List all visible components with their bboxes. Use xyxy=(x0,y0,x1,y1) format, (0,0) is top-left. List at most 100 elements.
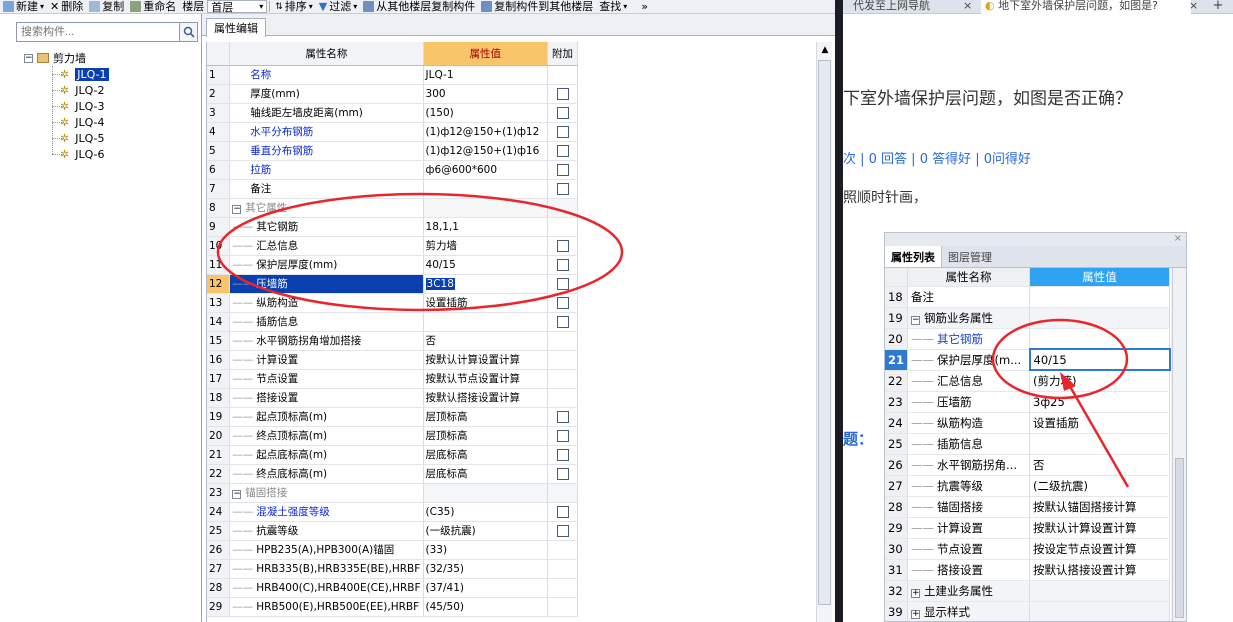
attach-checkbox[interactable] xyxy=(556,182,569,195)
property-value[interactable]: 40/15 xyxy=(423,255,549,275)
property-value[interactable]: (C35) xyxy=(423,502,549,522)
collapse-icon[interactable]: − xyxy=(24,53,33,63)
property-value[interactable] xyxy=(423,312,549,332)
property-value[interactable]: JLQ-1 xyxy=(423,65,549,85)
search-input[interactable] xyxy=(16,22,180,42)
table-row[interactable]: 8− 其它属性 xyxy=(207,198,578,218)
table-row[interactable]: 13 —— 纵筋构造 设置插筋 xyxy=(207,293,578,313)
tree-item[interactable]: ✲ JLQ-3 xyxy=(60,98,105,114)
property-value[interactable]: 剪力墙 xyxy=(423,236,549,256)
property-value[interactable]: (37/41) xyxy=(423,578,549,598)
property-value[interactable]: 层底标高 xyxy=(423,464,549,484)
new-tab-button[interactable]: + xyxy=(1209,0,1227,14)
property-value[interactable]: 设置插筋 xyxy=(423,293,549,313)
tree-item[interactable]: ✲ JLQ-1 xyxy=(60,66,109,82)
property-value[interactable]: 按默认搭接设置计算 xyxy=(423,388,549,408)
table-row[interactable]: 17 —— 节点设置 按默认节点设置计算 xyxy=(207,369,578,389)
attach-checkbox[interactable] xyxy=(556,106,569,119)
property-value[interactable]: 按默认节点设置计算 xyxy=(423,369,549,389)
table-row[interactable]: 23− 锚固搭接 xyxy=(207,483,578,503)
attach-checkbox[interactable] xyxy=(556,429,569,442)
copy-from-floor-button[interactable]: 从其他楼层复制构件 xyxy=(360,0,478,13)
table-row[interactable]: 1 名称 JLQ-1 xyxy=(207,65,578,85)
copy-to-floor-button[interactable]: 复制构件到其他楼层 xyxy=(478,0,596,13)
attach-checkbox[interactable] xyxy=(556,296,569,309)
table-row[interactable]: 28 —— HRB400(C),HRB400E(CE),HRBF (37/41) xyxy=(207,578,578,598)
table-row[interactable]: 24 —— 混凝土强度等级 (C35) xyxy=(207,502,578,522)
delete-button[interactable]: ✕ 删除 xyxy=(47,0,86,13)
property-value[interactable]: 层顶标高 xyxy=(423,407,549,427)
property-value[interactable] xyxy=(423,198,549,218)
table-row[interactable]: 3 轴线距左墙皮距离(mm) (150) xyxy=(207,103,578,123)
floor-select[interactable]: 首层 ▾ xyxy=(207,0,268,13)
property-value[interactable]: (33) xyxy=(423,540,549,560)
property-value[interactable]: 3C18 xyxy=(423,274,549,294)
filter-button[interactable]: ▼ 过滤 ▾ xyxy=(316,0,360,13)
property-value[interactable]: (32/35) xyxy=(423,559,549,579)
property-value[interactable]: (150) xyxy=(423,103,549,123)
property-value[interactable]: (1)ф12@150+(1)ф16 xyxy=(423,141,549,161)
search-button[interactable] xyxy=(180,22,198,42)
tree-item[interactable]: ✲ JLQ-6 xyxy=(60,146,105,162)
copy-button[interactable]: 复制 xyxy=(86,0,127,13)
table-row[interactable]: 6 拉筋 ф6@600*600 xyxy=(207,160,578,180)
collapse-icon[interactable]: − xyxy=(232,205,242,214)
close-icon[interactable]: × xyxy=(1189,0,1201,14)
table-row[interactable]: 16 —— 计算设置 按默认计算设置计算 xyxy=(207,350,578,370)
table-row[interactable]: 12 —— 压墙筋 3C18 xyxy=(207,274,578,294)
table-row[interactable]: 5 垂直分布钢筋 (1)ф12@150+(1)ф16 xyxy=(207,141,578,161)
table-row[interactable]: 21 —— 起点底标高(m) 层底标高 xyxy=(207,445,578,465)
find-button[interactable]: 查找 ▾ xyxy=(596,0,630,13)
table-row[interactable]: 27 —— HRB335(B),HRB335E(BE),HRBF (32/35) xyxy=(207,559,578,579)
rename-button[interactable]: 重命名 xyxy=(127,0,179,13)
table-row[interactable]: 29 —— HRB500(E),HRB500E(EE),HRBF (45/50) xyxy=(207,597,578,617)
table-row[interactable]: 18 —— 搭接设置 按默认搭接设置计算 xyxy=(207,388,578,408)
tree-item[interactable]: ✲ JLQ-4 xyxy=(60,114,105,130)
collapse-icon[interactable]: − xyxy=(232,490,242,499)
attach-checkbox[interactable] xyxy=(556,258,569,271)
table-row[interactable]: 11 —— 保护层厚度(mm) 40/15 xyxy=(207,255,578,275)
table-row[interactable]: 19 —— 起点顶标高(m) 层顶标高 xyxy=(207,407,578,427)
tab-property-edit[interactable]: 属性编辑 xyxy=(206,18,266,37)
browser-tab-active[interactable]: ◐ 地下室外墙保护层问题，如图是? xyxy=(981,0,1191,14)
table-row[interactable]: 26 —— HPB235(A),HPB300(A)锚固 (33) xyxy=(207,540,578,560)
table-row[interactable]: 4 水平分布钢筋 (1)ф12@150+(1)ф12 xyxy=(207,122,578,142)
sort-button[interactable]: ⇅ 排序 ▾ xyxy=(272,0,316,13)
property-value[interactable] xyxy=(423,179,549,199)
property-value[interactable]: 300 xyxy=(423,84,549,104)
property-value[interactable]: (一级抗震) xyxy=(423,521,549,541)
scroll-up-icon[interactable]: ▲ xyxy=(817,42,833,58)
browser-tab[interactable]: 代发至上网导航 xyxy=(853,0,973,14)
close-icon[interactable]: × xyxy=(963,0,977,14)
property-value[interactable] xyxy=(423,483,549,503)
table-row[interactable]: 9 —— 其它钢筋 18,1,1 xyxy=(207,217,578,237)
table-row[interactable]: 20 —— 终点顶标高(m) 层顶标高 xyxy=(207,426,578,446)
grid-scrollbar[interactable]: ▲ xyxy=(816,42,832,622)
attach-checkbox[interactable] xyxy=(556,505,569,518)
property-value[interactable]: 按默认计算设置计算 xyxy=(423,350,549,370)
table-row[interactable]: 15 —— 水平钢筋拐角增加搭接否 xyxy=(207,331,578,351)
property-value[interactable]: 层底标高 xyxy=(423,445,549,465)
attach-checkbox[interactable] xyxy=(556,163,569,176)
table-row[interactable]: 14 —— 插筋信息 xyxy=(207,312,578,332)
property-value[interactable]: 18,1,1 xyxy=(423,217,549,237)
attach-checkbox[interactable] xyxy=(556,87,569,100)
tree-item[interactable]: ✲ JLQ-2 xyxy=(60,82,105,98)
attach-checkbox[interactable] xyxy=(556,144,569,157)
attach-checkbox[interactable] xyxy=(556,524,569,537)
attach-checkbox[interactable] xyxy=(556,277,569,290)
property-value[interactable]: 层顶标高 xyxy=(423,426,549,446)
table-row[interactable]: 2 厚度(mm) 300 xyxy=(207,84,578,104)
table-row[interactable]: 10 —— 汇总信息 剪力墙 xyxy=(207,236,578,256)
toolbar-overflow-button[interactable]: » xyxy=(638,0,651,13)
attach-checkbox[interactable] xyxy=(556,410,569,423)
attach-checkbox[interactable] xyxy=(556,448,569,461)
tree-item[interactable]: ✲ JLQ-5 xyxy=(60,130,105,146)
attach-checkbox[interactable] xyxy=(556,467,569,480)
attach-checkbox[interactable] xyxy=(556,315,569,328)
attach-checkbox[interactable] xyxy=(556,239,569,252)
attach-checkbox[interactable] xyxy=(556,125,569,138)
table-row[interactable]: 25 —— 抗震等级 (一级抗震) xyxy=(207,521,578,541)
tree-root[interactable]: − 剪力墙 xyxy=(24,50,86,66)
question-stats[interactable]: 次 | 0 回答 | 0 答得好 | 0问得好 xyxy=(843,148,1031,167)
